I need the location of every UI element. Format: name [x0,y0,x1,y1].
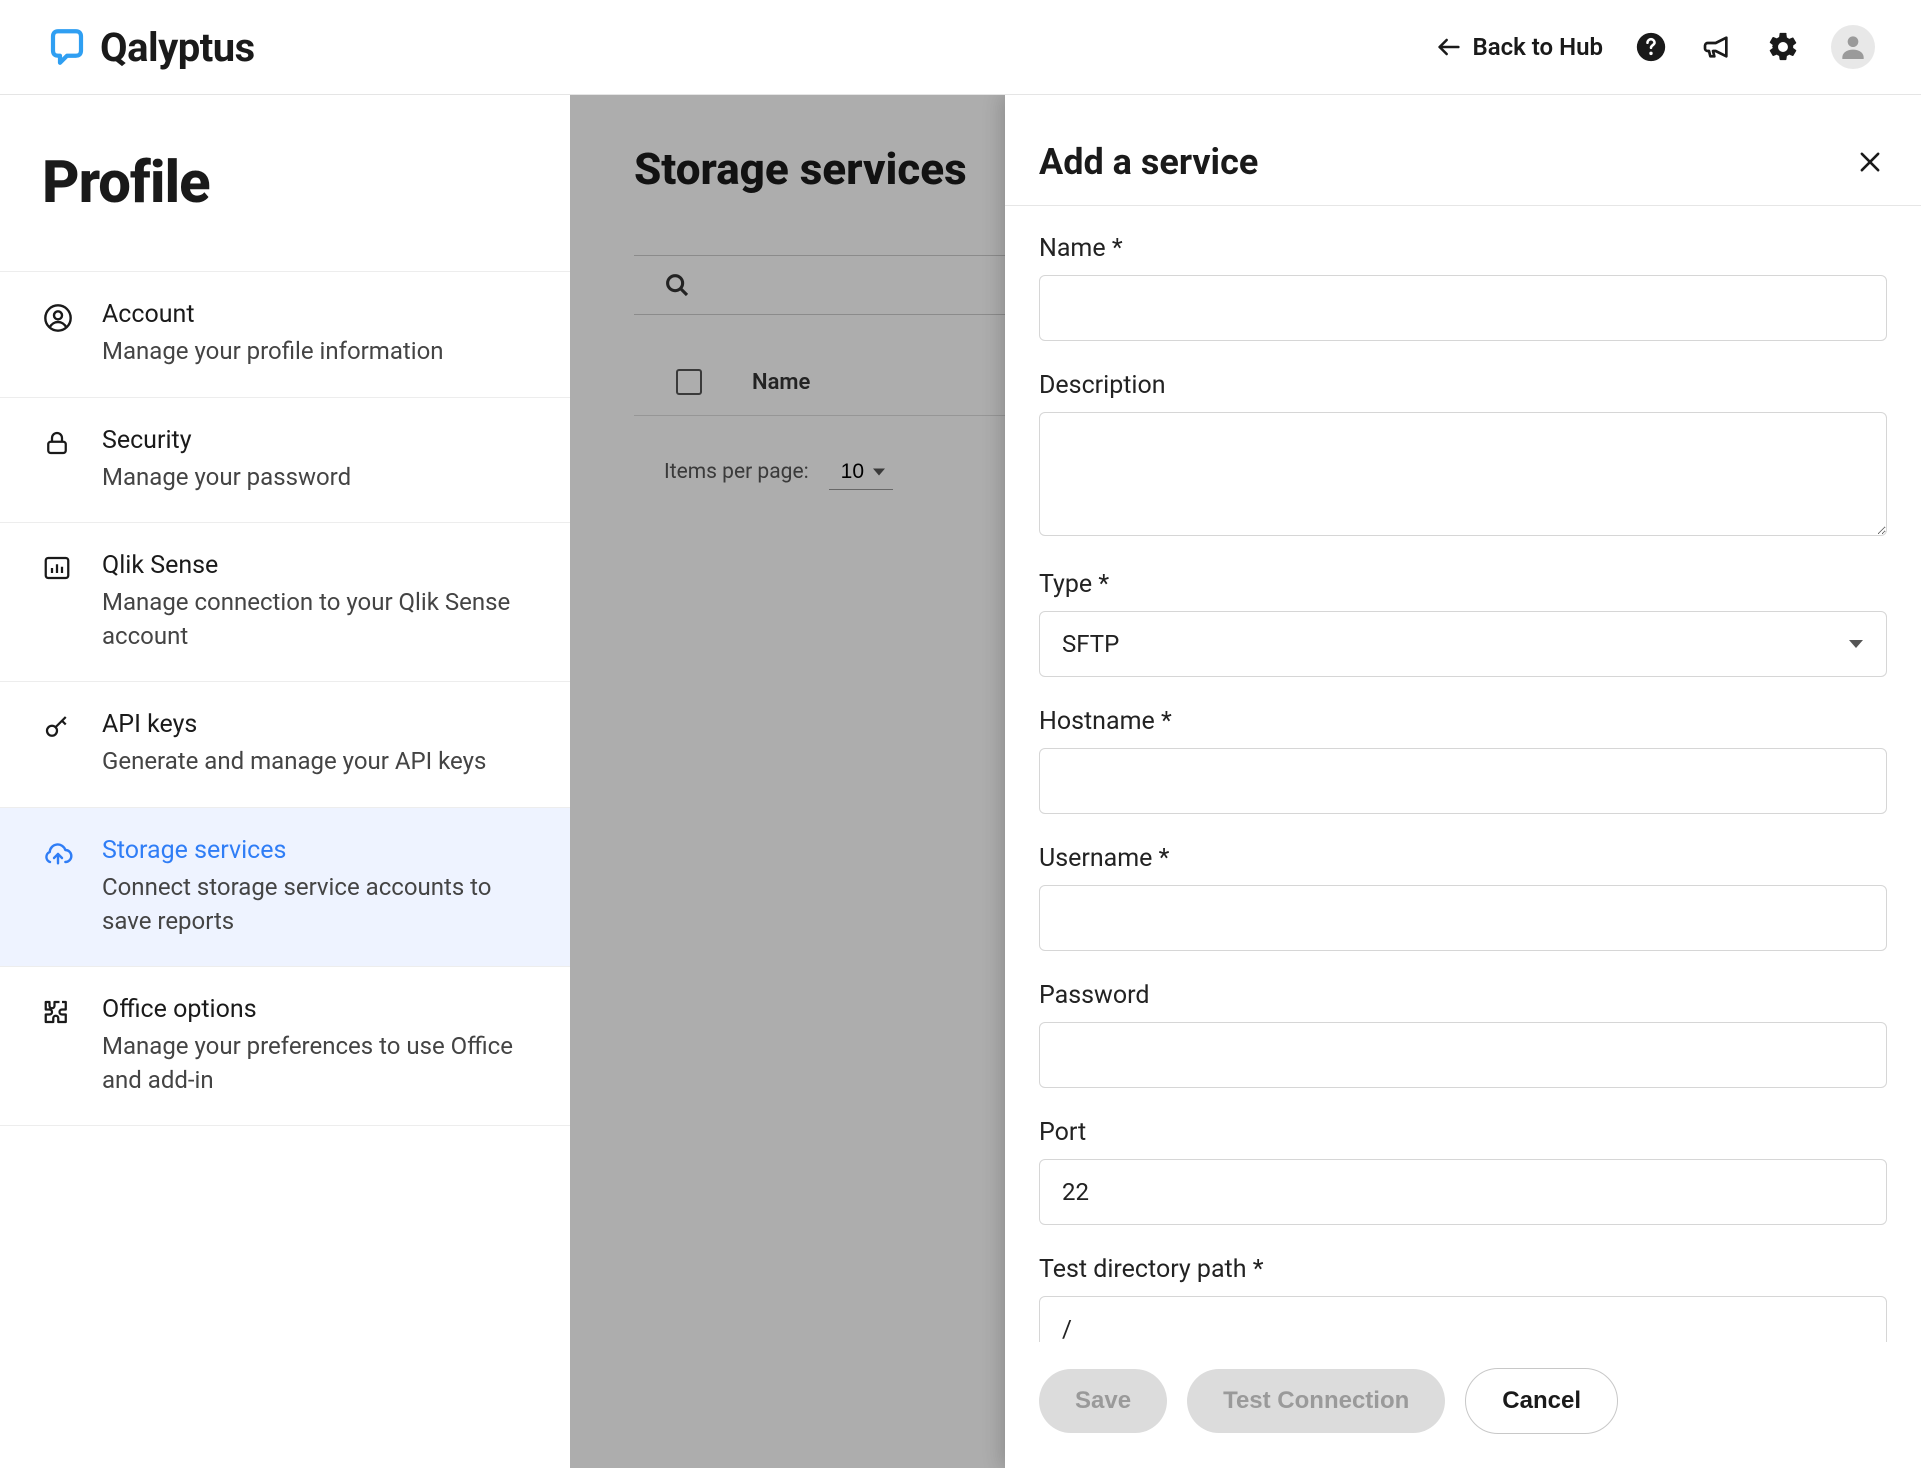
panel-header: Add a service [1005,95,1921,206]
select-all-checkbox[interactable] [676,369,702,395]
sidebar-item-label: Security [102,426,528,455]
lock-icon [42,428,72,458]
add-service-panel: Add a service Name * Description Ty [1005,95,1921,1468]
type-label: Type * [1039,570,1887,599]
search-icon[interactable] [662,270,692,300]
avatar-icon [1837,31,1869,63]
panel-body: Name * Description Type * SFTP H [1005,206,1921,1342]
username-input[interactable] [1039,885,1887,951]
sidebar-item-label: Qlik Sense [102,551,528,580]
content-area: Storage services Name Items per page: 10 [570,95,1921,1468]
panel-title: Add a service [1039,141,1258,183]
sidebar-item-desc: Manage your password [102,461,528,495]
username-label: Username * [1039,844,1887,873]
cancel-button[interactable]: Cancel [1465,1368,1618,1434]
sidebar-item-desc: Manage your preferences to use Office an… [102,1030,528,1097]
type-select[interactable]: SFTP [1039,611,1887,677]
puzzle-icon [42,997,72,1027]
hostname-label: Hostname * [1039,707,1887,736]
hostname-input[interactable] [1039,748,1887,814]
announcements-button[interactable] [1699,29,1735,65]
sidebar-item-desc: Manage connection to your Qlik Sense acc… [102,586,528,653]
port-input[interactable] [1039,1159,1887,1225]
description-input[interactable] [1039,412,1887,536]
arrow-left-icon [1435,33,1463,61]
logo-icon [46,26,88,68]
brand-name: Qalyptus [100,24,255,71]
sidebar-item-label: Account [102,300,528,329]
sidebar-item-label: API keys [102,710,528,739]
password-label: Password [1039,981,1887,1010]
save-button[interactable]: Save [1039,1369,1167,1433]
sidebar-item-desc: Manage your profile information [102,335,528,369]
sidebar-item-desc: Generate and manage your API keys [102,745,528,779]
sidebar-item-desc: Connect storage service accounts to save… [102,871,528,938]
main: Profile Account Manage your profile info… [0,95,1921,1468]
sidebar-item-security[interactable]: Security Manage your password [0,397,570,523]
sidebar-item-apikeys[interactable]: API keys Generate and manage your API ke… [0,681,570,807]
brand-logo[interactable]: Qalyptus [46,24,255,71]
sidebar-item-label: Office options [102,995,528,1024]
bar-chart-icon [42,553,72,583]
password-input[interactable] [1039,1022,1887,1088]
port-label: Port [1039,1118,1887,1147]
page-title: Profile [0,95,570,271]
panel-footer: Save Test Connection Cancel [1005,1342,1921,1468]
sidebar-item-label: Storage services [102,836,528,865]
sidebar: Profile Account Manage your profile info… [0,95,570,1468]
topbar-right: Back to Hub [1435,25,1875,69]
user-avatar[interactable] [1831,25,1875,69]
user-circle-icon [42,302,74,334]
back-to-hub-button[interactable]: Back to Hub [1435,33,1603,61]
close-icon [1856,148,1884,176]
back-to-hub-label: Back to Hub [1473,33,1603,61]
gear-icon [1766,30,1800,64]
test-connection-button[interactable]: Test Connection [1187,1369,1445,1433]
name-input[interactable] [1039,275,1887,341]
column-name[interactable]: Name [752,370,810,395]
close-button[interactable] [1853,145,1887,179]
sidebar-item-account[interactable]: Account Manage your profile information [0,271,570,397]
help-icon [1634,30,1668,64]
settings-button[interactable] [1765,29,1801,65]
description-label: Description [1039,371,1887,400]
sidebar-item-storage[interactable]: Storage services Connect storage service… [0,807,570,966]
name-label: Name * [1039,234,1887,263]
items-per-page-select[interactable]: 10 [829,454,893,490]
sidebar-item-office[interactable]: Office options Manage your preferences t… [0,966,570,1126]
help-button[interactable] [1633,29,1669,65]
cloud-upload-icon [42,838,74,870]
topbar: Qalyptus Back to Hub [0,0,1921,95]
testpath-label: Test directory path * [1039,1255,1887,1284]
sidebar-item-qliksense[interactable]: Qlik Sense Manage connection to your Qli… [0,522,570,681]
testpath-input[interactable] [1039,1296,1887,1342]
megaphone-icon [1701,31,1733,63]
items-per-page-label: Items per page: [664,460,809,484]
key-icon [42,712,72,742]
